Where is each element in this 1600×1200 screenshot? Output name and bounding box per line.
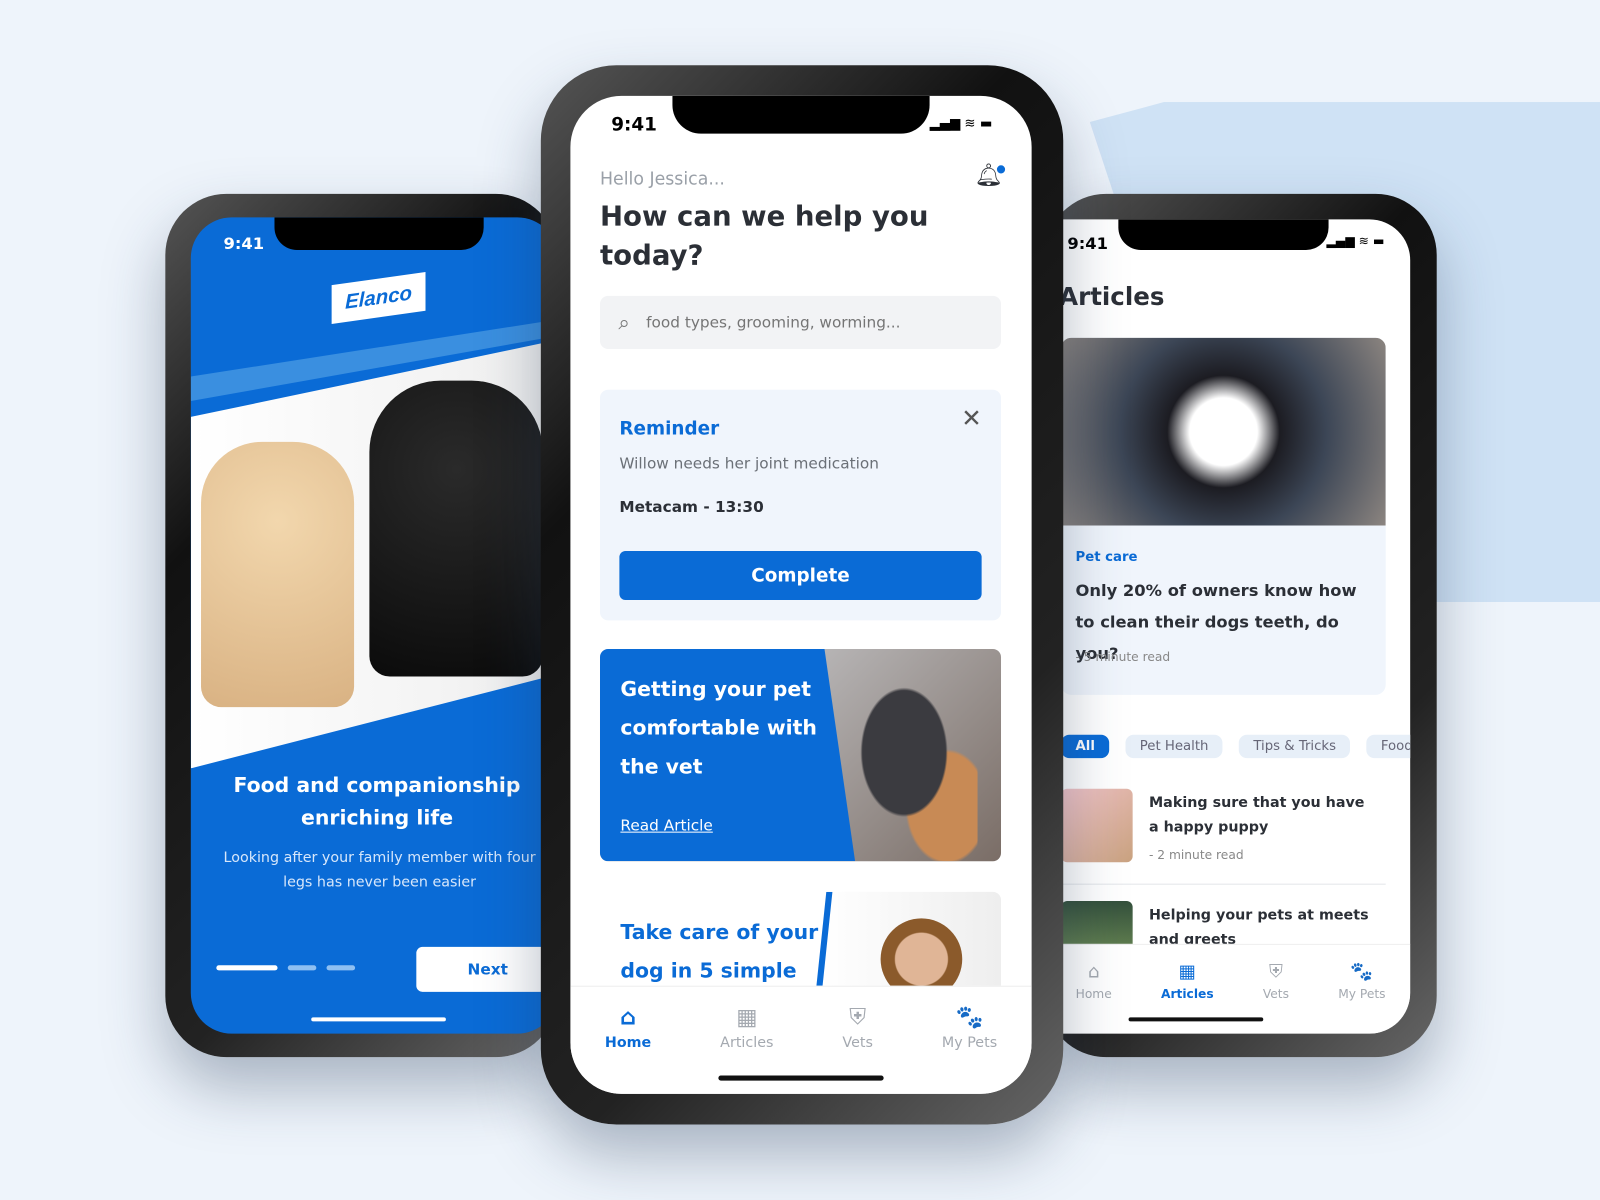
medication-time: Metacam - 13:30 xyxy=(619,497,764,517)
tab-label: Articles xyxy=(720,1034,774,1052)
card-title: Getting your pet comfortable with the ve… xyxy=(620,676,817,779)
elanco-logo: Elanco xyxy=(331,271,426,324)
read-article-link[interactable]: Read Article xyxy=(620,816,712,834)
home-indicator xyxy=(1128,1017,1264,1022)
onboarding-subtitle: Looking after your family member with fo… xyxy=(223,849,536,891)
tab-label: Articles xyxy=(1160,986,1214,1002)
home-indicator xyxy=(718,1075,884,1081)
tab-label: Vets xyxy=(842,1034,873,1052)
reminder-card: Reminder ✕ Willow needs her joint medica… xyxy=(599,389,1002,621)
article-title: Making sure that you have a happy puppy xyxy=(1148,794,1365,836)
notch xyxy=(1118,219,1329,250)
article-read-time: - 2 minute read xyxy=(1148,847,1244,863)
tab-label: Home xyxy=(604,1034,652,1052)
article-card[interactable]: Getting your pet comfortable with the ve… xyxy=(599,648,1002,862)
chip-tips-tricks[interactable]: Tips & Tricks xyxy=(1239,734,1351,759)
notch xyxy=(672,95,930,134)
list-item[interactable]: Making sure that you have a happy puppy … xyxy=(1061,788,1386,885)
tab-articles[interactable]: ▦ Articles xyxy=(1161,961,1214,1001)
greeting: Hello Jessica... xyxy=(599,169,725,190)
shield-icon: ⛨ xyxy=(849,1005,867,1031)
tab-articles[interactable]: ▦ Articles xyxy=(720,1005,773,1051)
paw-icon: 🐾 xyxy=(955,1005,984,1031)
featured-card[interactable]: Pet care Only 20% of owners know how to … xyxy=(1061,337,1386,695)
tab-label: My Pets xyxy=(941,1034,998,1052)
chip-pet-health[interactable]: Pet Health xyxy=(1125,734,1223,759)
grid-icon: ▦ xyxy=(1178,961,1196,983)
hero-image xyxy=(190,339,559,769)
featured-dog-image xyxy=(1061,337,1386,526)
grid-icon: ▦ xyxy=(736,1005,758,1031)
reminder-title: Reminder xyxy=(619,418,720,440)
notch xyxy=(274,217,484,250)
tab-label: Home xyxy=(1075,986,1112,1002)
articles-heading: Articles xyxy=(1059,282,1165,312)
home-screen: 9:41 ▂▄▆ ≋ ▬ Hello Jessica... 🔔︎ How can… xyxy=(570,95,1032,1094)
status-icons: ▂▄▆ ≋ ▬ xyxy=(1326,233,1385,248)
tab-my-pets[interactable]: 🐾 My Pets xyxy=(942,1005,997,1051)
search-field[interactable] xyxy=(646,313,953,332)
page-title: How can we help you today? xyxy=(599,201,929,272)
chip-foods[interactable]: Foods xyxy=(1366,734,1411,759)
onboarding-title: Food and companionship enriching life xyxy=(233,772,521,830)
black-puppy xyxy=(369,380,543,677)
article-thumbnail xyxy=(1061,788,1133,863)
card-title: Take care of your dog in 5 simple xyxy=(620,919,819,983)
next-button[interactable]: Next xyxy=(416,946,559,992)
page-dot-active xyxy=(216,965,278,971)
home-indicator xyxy=(311,1017,446,1022)
category-chips: All Pet Health Tips & Tricks Foods xyxy=(1061,734,1411,759)
page-dot xyxy=(326,965,356,971)
tab-label: My Pets xyxy=(1338,986,1386,1002)
close-icon[interactable]: ✕ xyxy=(961,404,982,433)
status-time: 9:41 xyxy=(223,233,265,254)
tab-vets[interactable]: ⛨ Vets xyxy=(842,1005,873,1051)
articles-screen: 9:41 ▂▄▆ ≋ ▬ Articles Pet care Only 20% … xyxy=(1051,219,1411,1034)
tab-my-pets[interactable]: 🐾 My Pets xyxy=(1338,961,1385,1001)
bell-icon[interactable]: 🔔︎ xyxy=(974,163,1006,189)
page-indicator xyxy=(216,965,356,971)
status-time: 9:41 xyxy=(1067,233,1108,254)
chip-all[interactable]: All xyxy=(1061,734,1110,759)
paw-icon: 🐾 xyxy=(1350,961,1374,983)
status-icons: ▂▄▆ ≋ ▬ xyxy=(929,116,993,132)
search-icon: ⌕ xyxy=(618,310,630,335)
tab-home[interactable]: ⌂ Home xyxy=(1076,961,1112,1001)
yellow-puppy xyxy=(201,441,355,708)
tab-home[interactable]: ⌂ Home xyxy=(605,1005,651,1051)
home-icon: ⌂ xyxy=(1087,961,1100,983)
featured-category: Pet care xyxy=(1075,549,1138,566)
page-dot xyxy=(287,965,317,971)
tab-vets[interactable]: ⛨ Vets xyxy=(1263,961,1289,1001)
search-input[interactable]: ⌕ xyxy=(599,295,1002,349)
onboarding-screen: Elanco 9:41 Food and companionship enric… xyxy=(190,217,559,1034)
complete-button[interactable]: Complete xyxy=(619,551,982,600)
tab-label: Vets xyxy=(1262,986,1289,1002)
vet-image xyxy=(855,679,978,862)
reminder-text: Willow needs her joint medication xyxy=(619,454,879,473)
featured-read-time: - 5 minute read xyxy=(1075,649,1171,665)
status-time: 9:41 xyxy=(611,114,657,136)
shield-icon: ⛨ xyxy=(1269,961,1283,983)
home-icon: ⌂ xyxy=(620,1005,637,1031)
